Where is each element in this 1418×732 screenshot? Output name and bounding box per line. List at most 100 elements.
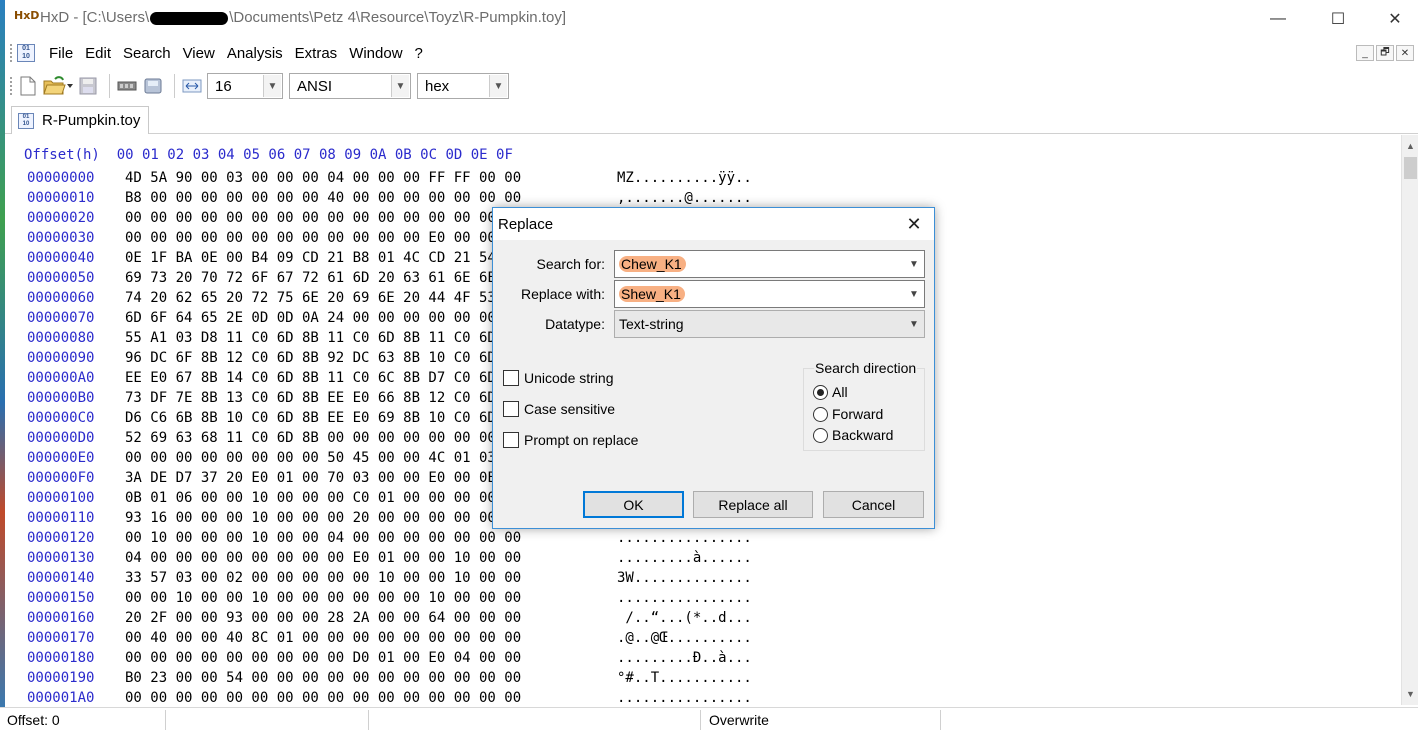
table-row[interactable]: 00000170 00 40 00 00 40 8C 01 00 00 00 00…	[27, 630, 752, 650]
hex-header: Offset(h) 00 01 02 03 04 05 06 07 08 09 …	[24, 147, 513, 163]
row-bytes[interactable]: B8 00 00 00 00 00 00 00 40 00 00 00 00 0…	[125, 190, 617, 206]
row-text[interactable]: ................	[617, 690, 752, 705]
table-row[interactable]: 00000180 00 00 00 00 00 00 00 00 00 D0 01…	[27, 650, 752, 670]
number-format-value: hex	[425, 77, 450, 95]
datatype-select[interactable]: Text-string ▼	[614, 310, 925, 338]
open-folder-icon[interactable]	[43, 75, 73, 97]
row-text[interactable]: ,.......@.......	[617, 190, 752, 206]
search-for-input[interactable]: Chew_K1 ▼	[614, 250, 925, 278]
direction-forward-radio[interactable]: Forward	[813, 406, 883, 422]
direction-all-radio[interactable]: All	[813, 384, 848, 400]
row-bytes[interactable]: 33 57 03 00 02 00 00 00 00 00 10 00 00 1…	[125, 570, 617, 586]
table-row[interactable]: 00000120 00 10 00 00 00 10 00 00 04 00 00…	[27, 530, 752, 550]
charset-select[interactable]: ANSI ▼	[289, 73, 411, 99]
radio-selected[interactable]	[813, 384, 828, 400]
case-sensitive-label: Case sensitive	[524, 401, 616, 417]
mdi-restore-button[interactable]: 🗗	[1376, 45, 1394, 61]
minimize-button[interactable]: —	[1255, 6, 1301, 32]
row-offset: 00000040	[27, 250, 95, 266]
save-icon[interactable]	[77, 75, 99, 97]
row-offset: 00000160	[27, 610, 95, 626]
table-row[interactable]: 00000160 20 2F 00 00 93 00 00 00 28 2A 00…	[27, 610, 752, 630]
window-title: HxD - [C:\Users\ \Documents\Petz 4\Resour…	[40, 9, 566, 26]
row-text[interactable]: /..“...(*..d...	[617, 610, 751, 626]
table-row[interactable]: 000001A0 00 00 00 00 00 00 00 00 00 00 00…	[27, 690, 752, 705]
tab-r-pumpkin[interactable]: 01 10 R-Pumpkin.toy	[11, 106, 150, 134]
checkbox-box[interactable]	[503, 370, 519, 386]
mdi-minimize-button[interactable]: _	[1356, 45, 1374, 61]
row-offset: 00000190	[27, 670, 95, 686]
toolbar-separator	[109, 74, 110, 98]
vertical-scrollbar[interactable]: ▲ ▼	[1401, 135, 1418, 705]
menu-edit[interactable]: Edit	[79, 45, 117, 62]
row-bytes[interactable]: 4D 5A 90 00 03 00 00 00 04 00 00 00 FF F…	[125, 170, 617, 186]
table-row[interactable]: 00000140 33 57 03 00 02 00 00 00 00 00 10…	[27, 570, 752, 590]
mdi-close-button[interactable]: ✕	[1396, 45, 1414, 61]
replace-all-button[interactable]: Replace all	[693, 491, 813, 518]
row-offset: 00000060	[27, 290, 95, 306]
menu-window[interactable]: Window	[343, 45, 408, 62]
row-bytes[interactable]: 00 00 00 00 00 00 00 00 00 D0 01 00 E0 0…	[125, 650, 617, 666]
checkbox-box[interactable]	[503, 432, 519, 448]
row-bytes[interactable]: 00 10 00 00 00 10 00 00 04 00 00 00 00 0…	[125, 530, 617, 546]
ok-button[interactable]: OK	[583, 491, 684, 518]
scroll-down-icon[interactable]: ▼	[1402, 685, 1418, 702]
table-row[interactable]: 00000000 4D 5A 90 00 03 00 00 00 04 00 00…	[27, 170, 752, 190]
row-offset: 00000000	[27, 170, 95, 186]
row-text[interactable]: 3W..............	[617, 570, 752, 586]
table-row[interactable]: 00000190 B0 23 00 00 54 00 00 00 00 00 00…	[27, 670, 752, 690]
row-text[interactable]: °#..T...........	[617, 670, 752, 686]
table-row[interactable]: 00000130 04 00 00 00 00 00 00 00 00 E0 01…	[27, 550, 752, 570]
prompt-on-replace-checkbox[interactable]: Prompt on replace	[503, 432, 638, 448]
row-offset: 00000100	[27, 490, 95, 506]
radio-unselected[interactable]	[813, 406, 828, 422]
checkbox-box[interactable]	[503, 401, 519, 417]
scrollbar-thumb[interactable]	[1404, 157, 1417, 179]
row-text[interactable]: ................	[617, 590, 752, 606]
direction-backward-radio[interactable]: Backward	[813, 427, 893, 443]
row-text[interactable]: .........à......	[617, 550, 752, 566]
row-text[interactable]: .@..@Œ..........	[617, 630, 752, 646]
cancel-button[interactable]: Cancel	[823, 491, 924, 518]
menu-view[interactable]: View	[177, 45, 221, 62]
menu-extras[interactable]: Extras	[289, 45, 344, 62]
scroll-up-icon[interactable]: ▲	[1402, 137, 1418, 154]
row-offset: 00000110	[27, 510, 95, 526]
unicode-string-checkbox[interactable]: Unicode string	[503, 370, 614, 386]
toolbar: 16 ▼ ANSI ▼ hex ▼	[5, 68, 1418, 104]
row-bytes[interactable]: 00 40 00 00 40 8C 01 00 00 00 00 00 00 0…	[125, 630, 617, 646]
row-bytes[interactable]: 00 00 00 00 00 00 00 00 00 00 00 00 00 0…	[125, 690, 617, 705]
row-bytes[interactable]: 00 00 10 00 00 10 00 00 00 00 00 00 10 0…	[125, 590, 617, 606]
mdi-controls: _ 🗗 ✕	[1356, 45, 1414, 61]
row-offset: 00000120	[27, 530, 95, 546]
open-disk-icon[interactable]	[142, 75, 164, 97]
open-ram-icon[interactable]	[116, 75, 138, 97]
close-window-button[interactable]: ✕	[1372, 6, 1418, 32]
maximize-button[interactable]: ☐	[1315, 6, 1361, 32]
row-text[interactable]: .........Ð..à...	[617, 650, 752, 666]
replace-with-input[interactable]: Shew_K1 ▼	[614, 280, 925, 308]
row-offset: 000000A0	[27, 370, 95, 386]
case-sensitive-checkbox[interactable]: Case sensitive	[503, 401, 615, 417]
menu-search[interactable]: Search	[117, 45, 177, 62]
chevron-down-icon: ▼	[391, 75, 409, 97]
new-file-icon[interactable]	[17, 75, 39, 97]
chevron-down-icon[interactable]: ▼	[904, 289, 924, 300]
dialog-close-button[interactable]: ✕	[902, 212, 926, 236]
row-bytes[interactable]: 04 00 00 00 00 00 00 00 00 E0 01 00 00 1…	[125, 550, 617, 566]
replace-with-value: Shew_K1	[619, 286, 685, 302]
row-bytes[interactable]: B0 23 00 00 54 00 00 00 00 00 00 00 00 0…	[125, 670, 617, 686]
document-icon[interactable]: 01 10	[17, 44, 35, 62]
row-bytes[interactable]: 20 2F 00 00 93 00 00 00 28 2A 00 00 64 0…	[125, 610, 617, 626]
menu-file[interactable]: File	[43, 45, 79, 62]
row-text[interactable]: ................	[617, 530, 752, 546]
row-text[interactable]: MZ..........ÿÿ..	[617, 170, 752, 186]
radio-unselected[interactable]	[813, 427, 828, 443]
chevron-down-icon[interactable]: ▼	[904, 259, 924, 270]
row-offset: 00000080	[27, 330, 95, 346]
table-row[interactable]: 00000150 00 00 10 00 00 10 00 00 00 00 00…	[27, 590, 752, 610]
menu-analysis[interactable]: Analysis	[221, 45, 289, 62]
menu-help[interactable]: ?	[409, 45, 429, 62]
bytes-per-row-select[interactable]: 16 ▼	[207, 73, 283, 99]
number-format-select[interactable]: hex ▼	[417, 73, 509, 99]
